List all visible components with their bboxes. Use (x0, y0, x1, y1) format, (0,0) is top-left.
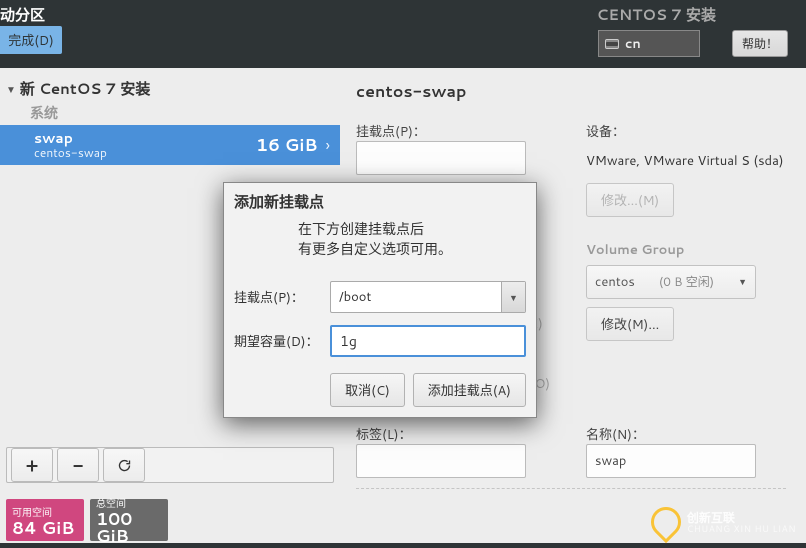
cancel-button[interactable]: 取消(C) (330, 373, 405, 407)
dialog-capacity-input[interactable] (330, 325, 526, 357)
dropdown-triangle-icon: ▼ (509, 291, 518, 304)
add-mount-point-dialog: 添加新挂载点 在下方创建挂载点后 有更多自定义选项可用。 挂载点(P)： /bo… (223, 182, 537, 418)
dialog-title: 添加新挂载点 (224, 183, 536, 216)
dialog-capacity-label: 期望容量(D)： (234, 331, 324, 351)
dialog-mount-value: /boot (331, 288, 501, 306)
dropdown-button[interactable]: ▼ (501, 282, 525, 312)
dialog-mount-combo[interactable]: /boot ▼ (330, 281, 526, 313)
dialog-mount-label: 挂载点(P)： (234, 287, 324, 307)
dialog-desc-line2: 有更多自定义选项可用。 (298, 240, 526, 260)
modal-overlay: 添加新挂载点 在下方创建挂载点后 有更多自定义选项可用。 挂载点(P)： /bo… (0, 0, 806, 543)
dialog-desc-line1: 在下方创建挂载点后 (298, 220, 526, 240)
add-mount-point-button[interactable]: 添加挂载点(A) (413, 373, 526, 407)
